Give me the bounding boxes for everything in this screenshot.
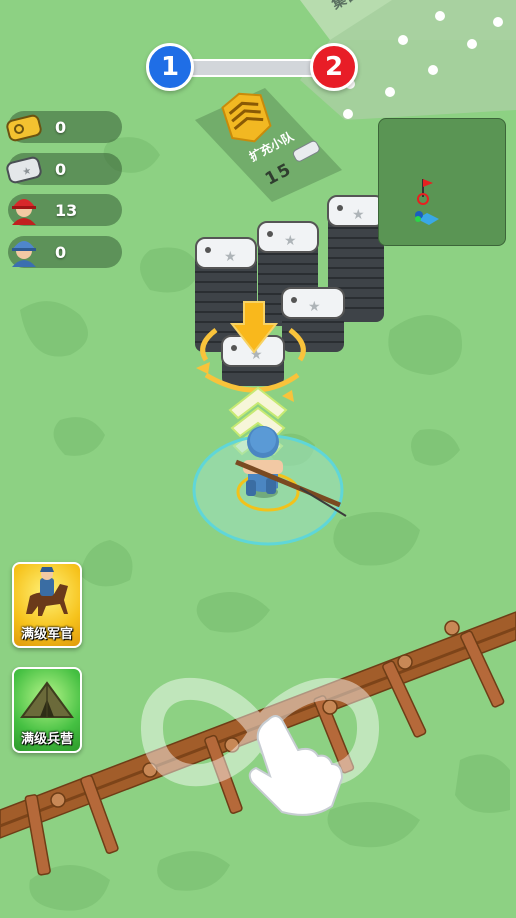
gold-coin-icon	[6, 114, 42, 142]
red-soldier-counter: 13	[8, 194, 122, 226]
max-officer-button[interactable]: 满级军官	[12, 562, 82, 648]
svg-text:★: ★	[308, 299, 321, 315]
svg-text:★: ★	[284, 233, 297, 249]
cavalry-officer-icon	[26, 567, 68, 616]
max-barracks-button[interactable]: 满级兵营	[12, 667, 82, 753]
player-marker-icon	[415, 211, 439, 225]
minimap-map	[415, 179, 439, 225]
blue-soldier-icon	[12, 241, 36, 267]
red-soldier-icon	[12, 199, 36, 225]
svg-text:★: ★	[352, 207, 365, 223]
flag-icon	[417, 179, 433, 205]
red-soldier-value: 13	[55, 201, 78, 220]
next-level-badge: 2	[310, 43, 358, 91]
svg-text:★: ★	[224, 249, 237, 265]
silver-value: 0	[55, 160, 67, 179]
gold-value: 0	[55, 118, 67, 137]
max-barracks-label: 满级兵营	[20, 732, 73, 747]
level-progress-bar	[188, 59, 318, 77]
minimap[interactable]	[378, 118, 506, 246]
army-tent-icon	[20, 681, 74, 718]
max-officer-label: 满级军官	[20, 627, 73, 642]
current-level-badge: 1	[146, 43, 194, 91]
silver-plate-icon: ★	[6, 156, 42, 184]
blue-soldier-counter: 0	[8, 236, 122, 268]
gold-counter: 0	[6, 111, 122, 143]
game-view[interactable]: ★ ★ ★ ★ ★ 扩充小队 15 1 2 0 ★ 0 13 0 满级军官 满级…	[0, 0, 516, 918]
blue-soldier-value: 0	[55, 243, 67, 262]
silver-counter: ★ 0	[6, 153, 122, 185]
